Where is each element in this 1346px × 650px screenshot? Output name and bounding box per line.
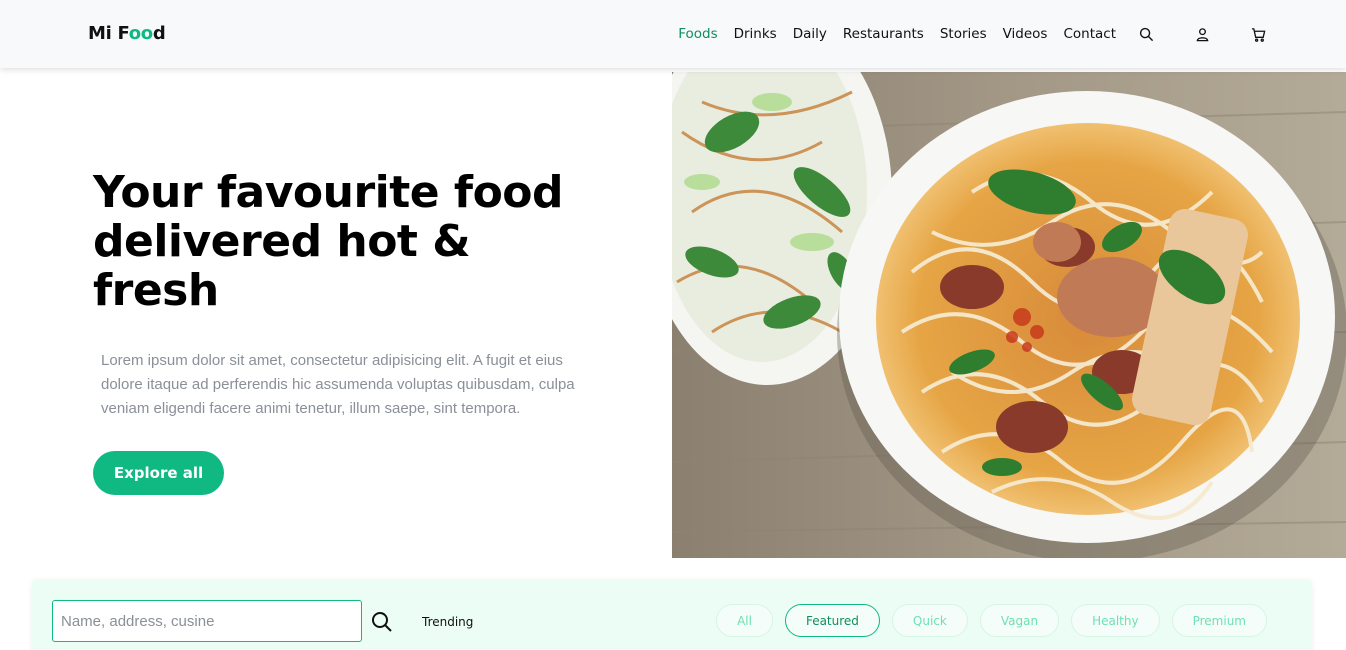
filter-chip-vagan[interactable]: Vagan xyxy=(979,604,1060,637)
filter-chip-all[interactable]: All xyxy=(716,604,773,637)
hero-content: Your favourite food delivered hot & fres… xyxy=(93,168,653,421)
search-icon[interactable] xyxy=(370,610,394,634)
logo-prefix: Mi F xyxy=(88,23,129,44)
hero-food-image xyxy=(672,72,1346,558)
logo-suffix: d xyxy=(152,23,166,44)
nav-item-daily[interactable]: Daily xyxy=(793,26,827,42)
main-nav: Foods Drinks Daily Restaurants Stories V… xyxy=(678,0,1116,68)
hero-title-line3: fresh xyxy=(93,265,219,316)
search-bar: Trending All Featured Quick Vagan Health… xyxy=(32,580,1312,650)
trending-label: Trending xyxy=(422,615,474,629)
explore-all-button[interactable]: Explore all xyxy=(93,451,224,495)
nav-icons xyxy=(1118,0,1286,68)
hero-title: Your favourite food delivered hot & fres… xyxy=(93,168,653,315)
filter-chip-quick[interactable]: Quick xyxy=(891,604,968,637)
nav-item-restaurants[interactable]: Restaurants xyxy=(843,26,924,42)
nav-item-foods[interactable]: Foods xyxy=(678,26,717,42)
search-input[interactable] xyxy=(52,600,362,642)
filter-chips: All Featured Quick Vagan Healthy Premium xyxy=(716,604,1267,637)
filter-chip-featured[interactable]: Featured xyxy=(784,604,880,637)
search-icon[interactable] xyxy=(1118,19,1174,49)
cart-icon[interactable] xyxy=(1230,19,1286,49)
hero-description: Lorem ipsum dolor sit amet, consectetur … xyxy=(101,352,575,417)
nav-item-contact[interactable]: Contact xyxy=(1063,26,1116,42)
logo-highlight: oo xyxy=(128,23,153,44)
nav-item-stories[interactable]: Stories xyxy=(940,26,987,42)
site-header: Mi Food Foods Drinks Daily Restaurants S… xyxy=(0,0,1346,68)
hero-title-line1: Your favourite food xyxy=(93,167,564,218)
nav-item-drinks[interactable]: Drinks xyxy=(734,26,777,42)
hero-title-line2: delivered hot & xyxy=(93,216,471,267)
logo[interactable]: Mi Food xyxy=(88,23,166,44)
filter-chip-healthy[interactable]: Healthy xyxy=(1071,604,1160,637)
user-icon[interactable] xyxy=(1174,19,1230,49)
filter-chip-premium[interactable]: Premium xyxy=(1171,604,1267,637)
nav-item-videos[interactable]: Videos xyxy=(1003,26,1048,42)
